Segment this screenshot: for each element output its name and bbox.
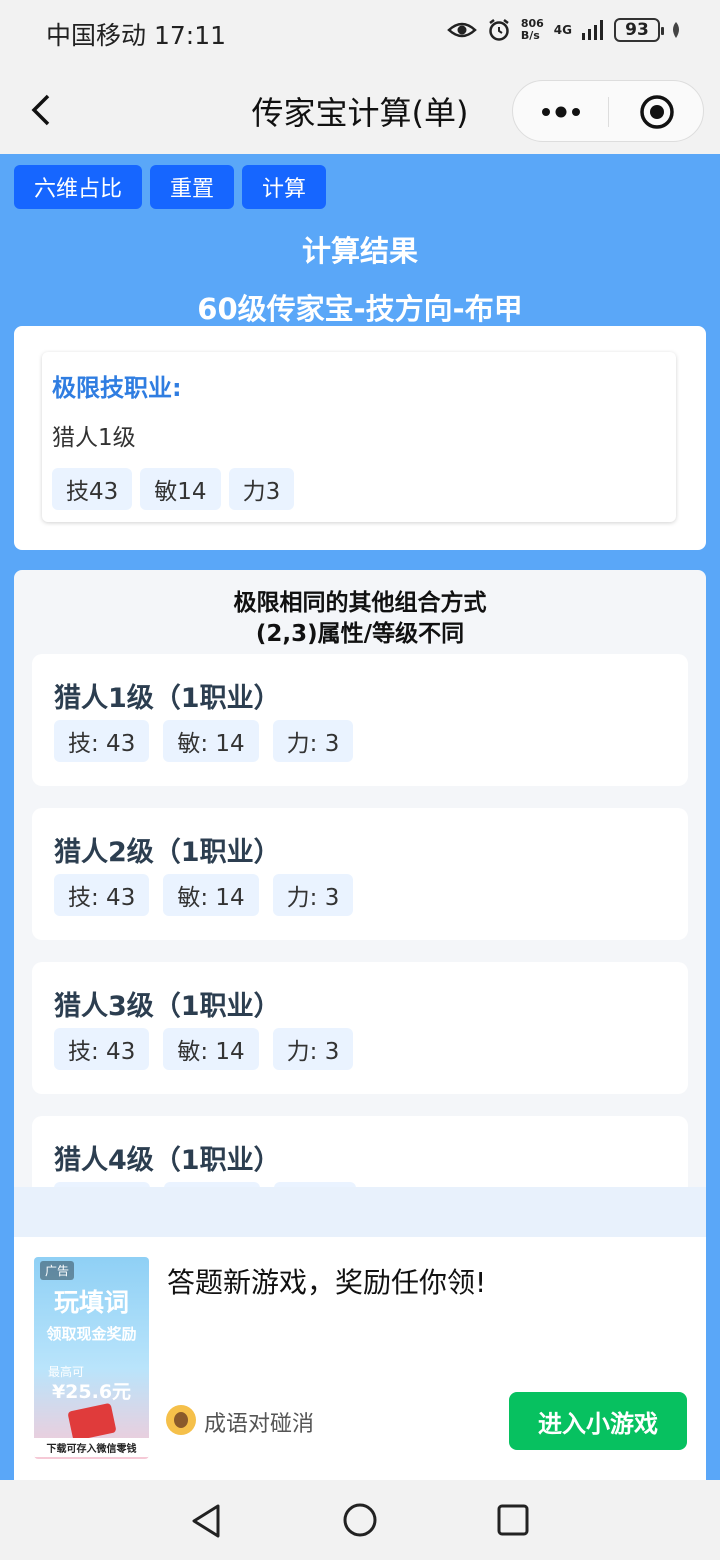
eye-icon [446, 22, 477, 38]
capsule-divider [608, 97, 609, 127]
combination-name: 猎人1级（1职业） [54, 683, 281, 714]
ad-image-footer: 下载可存入微信零钱 [34, 1438, 149, 1457]
system-nav-bar [0, 1480, 720, 1560]
clock-time: 17:11 [153, 21, 227, 50]
status-right: 806 B/s 4G 93 [446, 18, 682, 42]
stat-tag: 敏: 14 [163, 720, 259, 762]
nav-recent-apps-icon[interactable] [497, 1504, 529, 1536]
alarm-icon [489, 19, 509, 41]
ad-banner[interactable]: 广告 玩填词 领取现金奖励 最高可 ¥25.6元 下载可存入微信零钱 答题新游戏… [14, 1237, 706, 1480]
stat-tag: 敏: 14 [163, 1028, 259, 1070]
ad-top-strip [14, 1187, 706, 1237]
combination-stat-tags: 技: 43 敏: 14 力: 3 [54, 1028, 354, 1070]
stat-tag: 敏: 14 [163, 874, 259, 916]
stat-tag: 敏14 [140, 468, 221, 510]
close-miniprogram-icon[interactable] [639, 94, 675, 130]
combination-name: 猎人4级（1职业） [54, 1145, 281, 1176]
toolbar: 六维占比 重置 计算 [14, 165, 327, 209]
combinations-title-line2: (2,3)属性/等级不同 [255, 621, 465, 647]
red-envelope-icon [67, 1402, 117, 1442]
nav-back-icon[interactable] [188, 1502, 224, 1540]
result-subtitle: 60级传家宝-技方向-布甲 [197, 292, 523, 326]
result-title: 计算结果 [301, 234, 418, 268]
title-bar: 传家宝计算(单) [0, 68, 720, 154]
combination-item: 猎人1级（1职业） 技: 43 敏: 14 力: 3 [32, 654, 688, 786]
combinations-title: 极限相同的其他组合方式 (2,3)属性/等级不同 [14, 588, 706, 650]
leaf-icon [673, 22, 679, 38]
combination-item: 猎人3级（1职业） 技: 43 敏: 14 力: 3 [32, 962, 688, 1094]
carrier-name: 中国移动 [46, 21, 147, 50]
more-dots-icon[interactable] [541, 104, 581, 120]
net-speed-unit: B/s [520, 29, 540, 42]
combinations-title-line1: 极限相同的其他组合方式 [233, 590, 487, 616]
status-bar: 中国移动 17:11 806 B/s 4G 93 [0, 0, 720, 68]
signal-icon [582, 20, 603, 40]
ad-brand-name: 成语对碰消 [204, 1412, 315, 1437]
extreme-class-card: 极限技职业: 猎人1级 技43 敏14 力3 [14, 326, 706, 550]
stat-tag: 技: 43 [54, 1028, 150, 1070]
extreme-class-label: 极限技职业: [52, 374, 182, 402]
extreme-stat-tags: 技43 敏14 力3 [52, 468, 295, 510]
extreme-class-name: 猎人1级 [52, 425, 136, 451]
calculate-button[interactable]: 计算 [242, 165, 327, 209]
combination-item: 猎人2级（1职业） 技: 43 敏: 14 力: 3 [32, 808, 688, 940]
network-speed: 806 B/s [521, 18, 544, 42]
combination-name: 猎人3级（1职业） [54, 991, 281, 1022]
stat-tag: 技: 43 [54, 874, 150, 916]
stat-tag: 力: 3 [272, 1028, 354, 1070]
network-type: 4G [553, 23, 572, 37]
stat-tag: 力: 3 [272, 720, 354, 762]
miniprogram-capsule [512, 80, 704, 142]
game-avatar-icon [166, 1405, 196, 1435]
stat-tag: 力: 3 [272, 874, 354, 916]
combination-stat-tags: 技: 43 敏: 14 力: 3 [54, 874, 354, 916]
ad-headline[interactable]: 答题新游戏，奖励任你领! [167, 1261, 486, 1301]
combination-name: 猎人2级（1职业） [54, 837, 281, 868]
reset-button[interactable]: 重置 [150, 165, 235, 209]
battery-indicator: 93 [614, 18, 664, 42]
six-dimension-ratio-button[interactable]: 六维占比 [14, 165, 143, 209]
ad-image-subtitle: 领取现金奖励 [46, 1325, 137, 1343]
ad-image-amount: ¥25.6元 [51, 1381, 132, 1403]
stat-tag: 技43 [52, 468, 133, 510]
battery-level: 93 [625, 20, 649, 40]
ad-image[interactable]: 广告 玩填词 领取现金奖励 最高可 ¥25.6元 下载可存入微信零钱 [34, 1257, 149, 1459]
enter-mini-game-button[interactable]: 进入小游戏 [509, 1392, 687, 1450]
ad-image-title: 玩填词 [53, 1288, 129, 1317]
ad-badge: 广告 [40, 1261, 75, 1280]
extreme-class-panel: 极限技职业: 猎人1级 技43 敏14 力3 [42, 352, 676, 522]
combination-stat-tags: 技: 43 敏: 14 力: 3 [54, 720, 354, 762]
stat-tag: 技: 43 [54, 720, 150, 762]
nav-home-icon[interactable] [343, 1503, 377, 1537]
status-left: 中国移动 17:11 [46, 16, 226, 52]
stat-tag: 力3 [228, 468, 295, 510]
